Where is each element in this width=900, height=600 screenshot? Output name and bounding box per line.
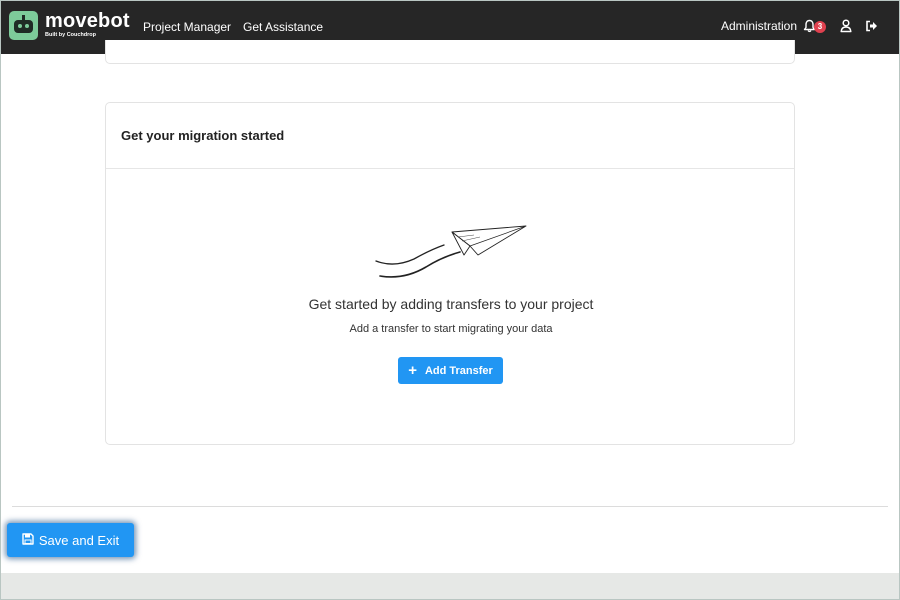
logout-icon[interactable] — [865, 19, 878, 38]
save-and-exit-label: Save and Exit — [38, 532, 120, 548]
nav-administration[interactable]: Administration — [721, 19, 797, 33]
divider — [12, 506, 888, 507]
card-title: Get your migration started — [121, 128, 285, 143]
robot-logo-icon — [9, 11, 38, 40]
nav-get-assistance[interactable]: Get Assistance — [243, 20, 323, 34]
plus-icon: + — [408, 362, 417, 379]
card-header: Get your migration started — [106, 103, 794, 169]
migration-card: Get your migration started Get started b… — [105, 102, 795, 445]
floppy-disk-icon — [22, 532, 34, 548]
brand-name: movebot — [45, 10, 130, 32]
add-transfer-button[interactable]: + Add Transfer — [398, 357, 503, 384]
empty-state-title: Get started by adding transfers to your … — [308, 296, 594, 312]
save-and-exit-button[interactable]: Save and Exit — [7, 523, 134, 557]
add-transfer-label: Add Transfer — [424, 364, 493, 377]
brand-logo[interactable]: movebot Built by Couchdrop — [9, 11, 130, 40]
empty-state-subtitle: Add a transfer to start migrating your d… — [349, 323, 553, 335]
brand-subtitle: Built by Couchdrop — [45, 32, 97, 38]
paper-plane-icon — [375, 225, 527, 278]
nav-project-manager[interactable]: Project Manager — [143, 20, 231, 34]
user-icon[interactable] — [840, 19, 852, 38]
footer-bar — [0, 573, 900, 600]
previous-card — [105, 40, 795, 64]
notification-badge: 3 — [814, 21, 826, 33]
